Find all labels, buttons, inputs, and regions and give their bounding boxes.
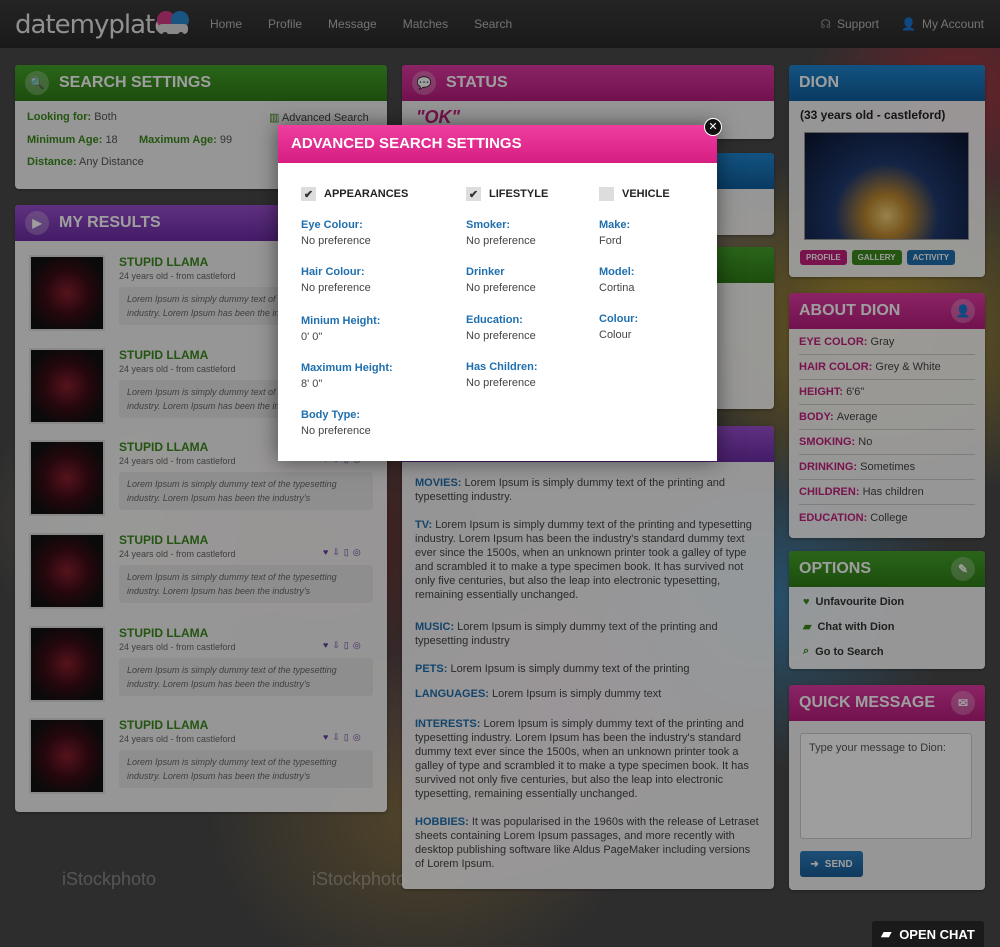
smoker-select[interactable]: No preference bbox=[466, 235, 548, 247]
field-label: Colour: bbox=[599, 313, 639, 325]
field-label: Make: bbox=[599, 219, 631, 231]
field-label: Minium Height: bbox=[301, 315, 381, 327]
has-children-select[interactable]: No preference bbox=[466, 377, 548, 389]
make-select[interactable]: Ford bbox=[599, 235, 670, 247]
field-label: Hair Colour: bbox=[301, 266, 365, 278]
checkmark-icon: ✔ bbox=[301, 187, 316, 201]
modal-title: ADVANCED SEARCH SETTINGS bbox=[278, 125, 717, 163]
open-chat-button[interactable]: ▰ OPEN CHAT bbox=[872, 921, 984, 947]
vehicle-column: VEHICLE Make: Ford Model: Cortina Colour: C… bbox=[599, 187, 670, 341]
field-label: Maximum Height: bbox=[301, 362, 393, 374]
colour-select[interactable]: Colour bbox=[599, 329, 670, 341]
eye-colour-select[interactable]: No preference bbox=[301, 235, 408, 247]
max-height-select[interactable]: 8' 0" bbox=[301, 378, 408, 390]
body-type-select[interactable]: No preference bbox=[301, 425, 408, 437]
field-label: Has Children: bbox=[466, 361, 538, 373]
field-label: Drinker bbox=[466, 266, 505, 278]
field-label: Education: bbox=[466, 314, 523, 326]
vehicle-checkbox[interactable]: VEHICLE bbox=[599, 187, 670, 201]
appearances-checkbox[interactable]: ✔ APPEARANCES bbox=[301, 187, 408, 201]
empty-checkbox-icon bbox=[599, 187, 614, 201]
drinker-select[interactable]: No preference bbox=[466, 282, 548, 294]
min-height-select[interactable]: 0' 0" bbox=[301, 331, 408, 343]
field-label: Body Type: bbox=[301, 409, 361, 421]
lifestyle-column: ✔ LIFESTYLE Smoker: No preference Drinker N… bbox=[466, 187, 548, 389]
field-label: Eye Colour: bbox=[301, 219, 363, 231]
advanced-search-modal: ADVANCED SEARCH SETTINGS ✔ APPEARANCES Ey… bbox=[278, 125, 717, 461]
hair-colour-select[interactable]: No preference bbox=[301, 282, 408, 294]
close-icon[interactable]: ✕ bbox=[704, 118, 722, 136]
model-select[interactable]: Cortina bbox=[599, 282, 670, 294]
field-label: Model: bbox=[599, 266, 635, 278]
checkmark-icon: ✔ bbox=[466, 187, 481, 201]
field-label: Smoker: bbox=[466, 219, 511, 231]
education-select[interactable]: No preference bbox=[466, 330, 548, 342]
lifestyle-checkbox[interactable]: ✔ LIFESTYLE bbox=[466, 187, 548, 201]
chat-icon: ▰ bbox=[881, 926, 892, 941]
appearances-column: ✔ APPEARANCES Eye Colour: No preference Ha… bbox=[301, 187, 408, 437]
